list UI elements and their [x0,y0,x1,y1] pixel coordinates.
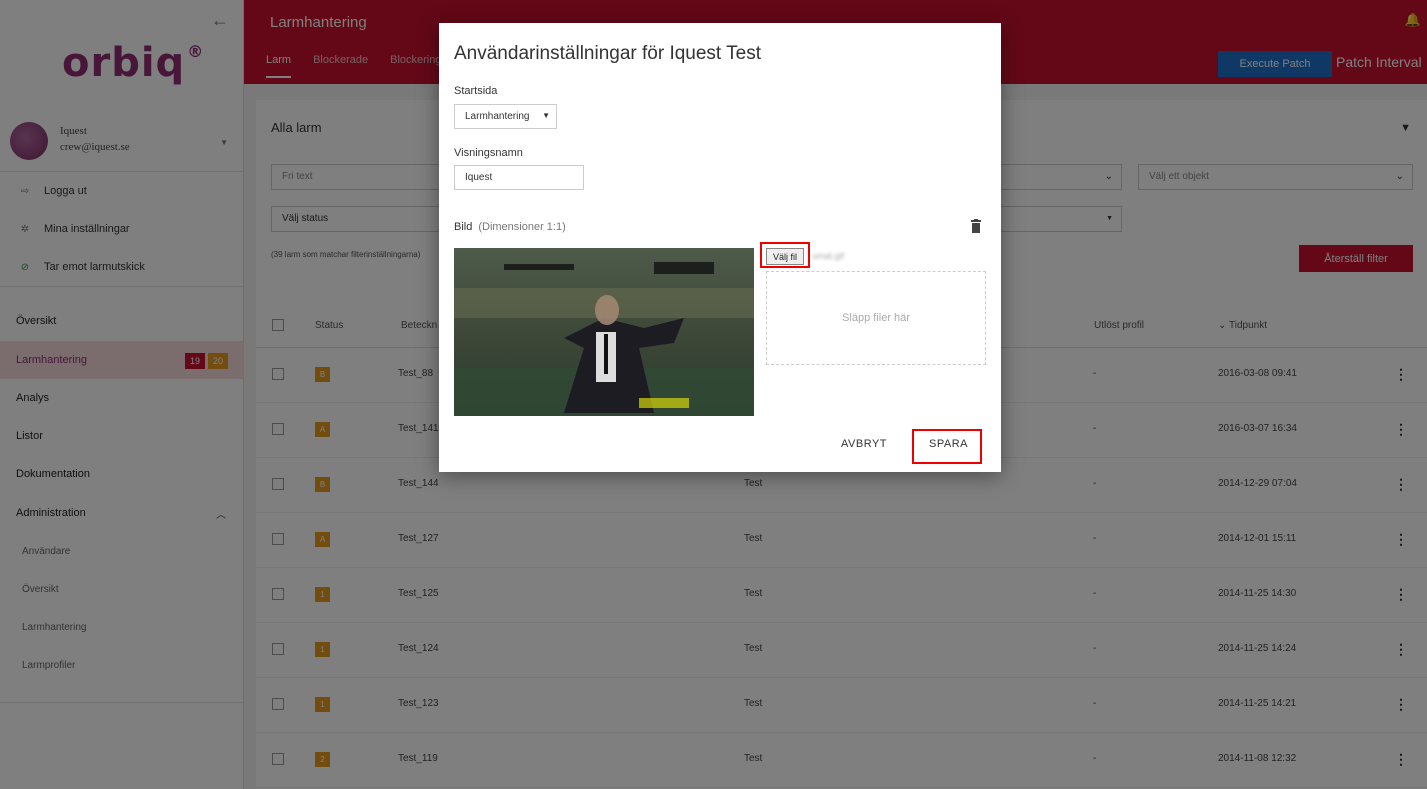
file-drop-zone[interactable]: Släpp filer här [766,271,986,365]
user-settings-dialog: Användarinställningar för Iquest Test St… [439,23,1001,472]
dialog-title: Användarinställningar för Iquest Test [454,43,761,64]
trash-icon[interactable] [971,219,981,233]
display-name-input[interactable]: Iquest [454,165,584,190]
display-name-label: Visningsnamn [454,147,523,159]
cancel-button[interactable]: AVBRYT [841,438,887,450]
caret-down-icon: ▼ [542,111,550,120]
choose-file-button[interactable]: Välj fil [766,248,804,265]
image-label: Bild (Dimensioner 1:1) [454,221,566,233]
save-button[interactable]: SPARA [929,438,968,450]
chosen-filename: umat.gif [812,251,845,261]
start-page-label: Startsida [454,85,498,97]
profile-image-preview [454,248,754,416]
start-page-select[interactable]: Larmhantering ▼ [454,104,557,129]
